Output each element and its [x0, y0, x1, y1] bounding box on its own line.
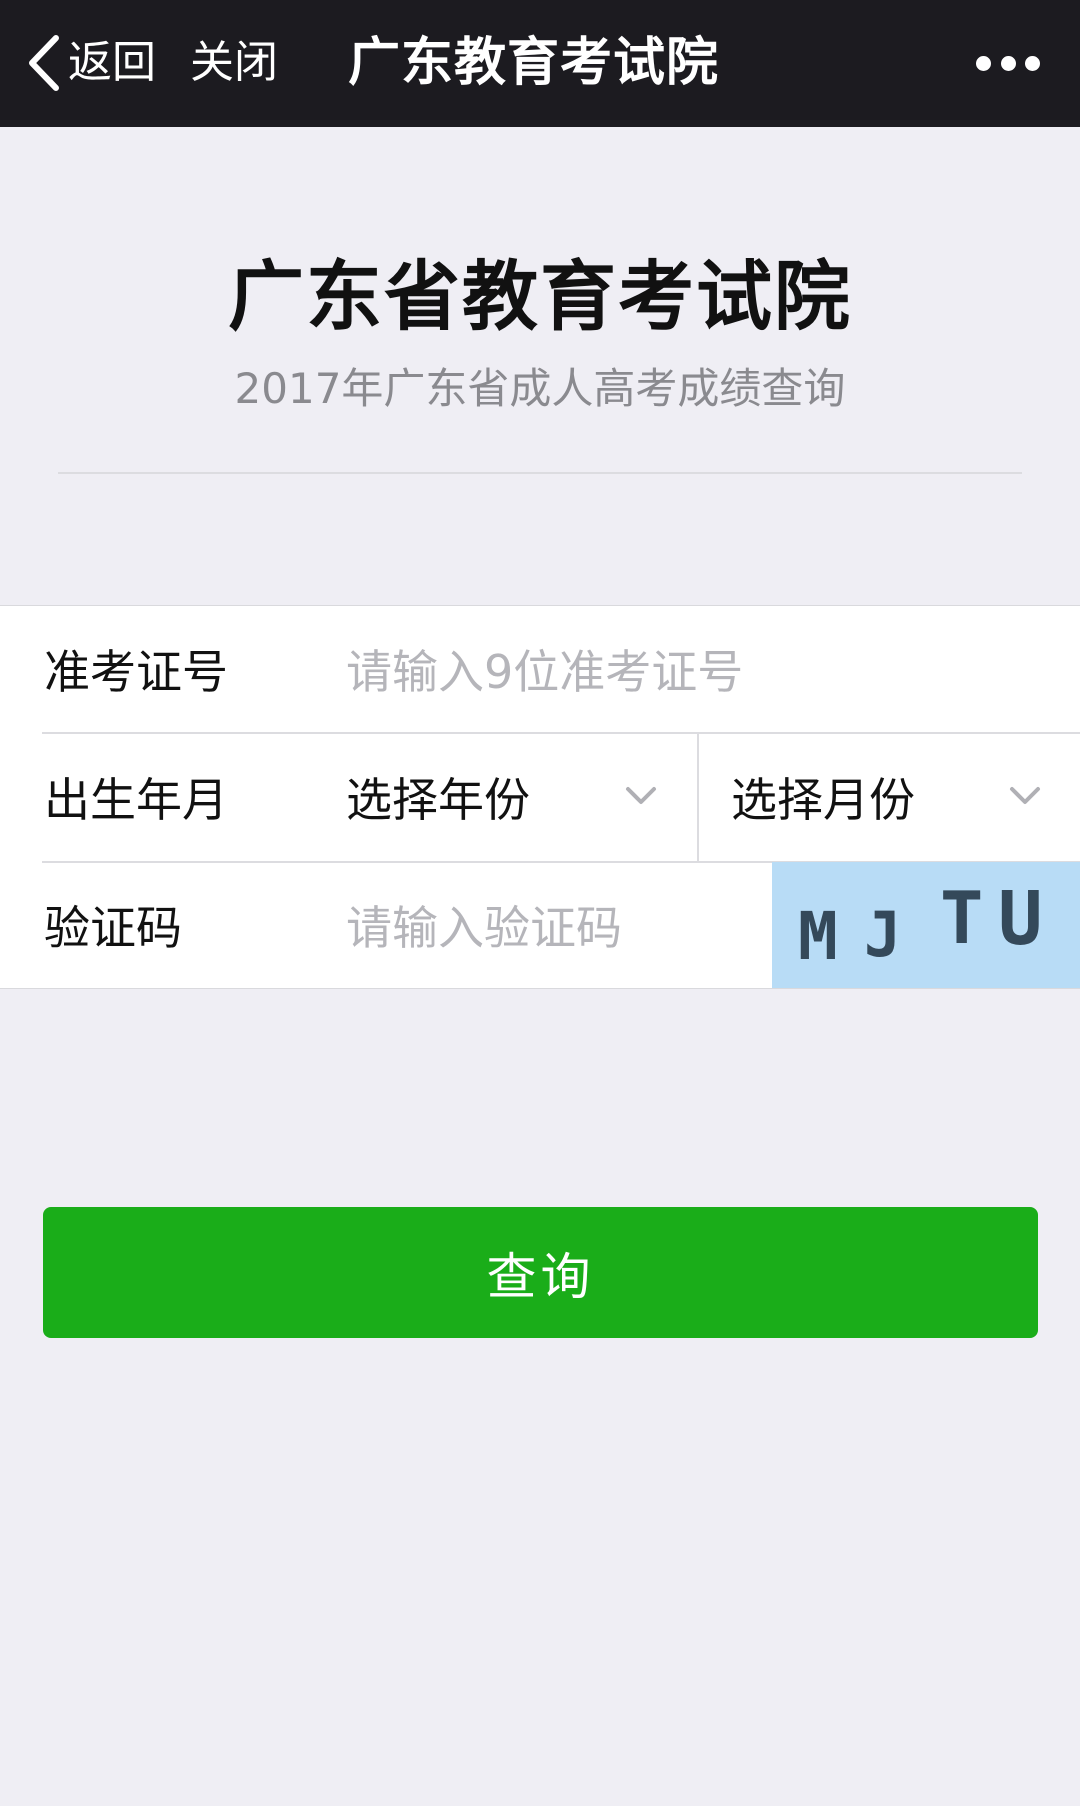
page-title: 广东省教育考试院	[228, 252, 852, 341]
captcha-char: U	[998, 876, 1043, 962]
more-dot	[1000, 55, 1016, 71]
more-options-button[interactable]	[976, 48, 1040, 78]
chevron-down-icon	[626, 787, 656, 804]
exam-id-label: 准考证号	[44, 645, 228, 699]
more-dot	[1025, 55, 1040, 71]
month-select[interactable]: 选择月份	[731, 733, 1080, 861]
year-select-label: 选择年份	[346, 773, 530, 827]
more-dots-icon	[976, 55, 991, 71]
captcha-char: T	[940, 876, 984, 960]
birth-label: 出生年月	[44, 773, 228, 827]
captcha-char: J	[864, 898, 902, 971]
captcha-image[interactable]: M J T U	[772, 862, 1080, 988]
query-form: 准考证号 请输入9位准考证号 出生年月 选择年份 选择月份 验证码 请输入验证码…	[0, 605, 1080, 989]
year-select[interactable]: 选择年份	[346, 733, 696, 861]
navbar-title: 广东教育考试院	[348, 33, 720, 93]
select-divider	[697, 733, 699, 861]
birth-row: 出生年月 选择年份 选择月份	[0, 733, 1080, 861]
chevron-left-icon	[29, 35, 59, 91]
back-button[interactable]: 返回	[26, 30, 156, 96]
exam-id-row: 准考证号 请输入9位准考证号	[0, 606, 1080, 732]
captcha-char: M	[798, 898, 838, 975]
back-label: 返回	[68, 37, 156, 88]
captcha-input[interactable]: 请输入验证码	[346, 862, 622, 988]
page-subtitle: 2017年广东省成人高考成绩查询	[234, 364, 846, 413]
exam-id-input[interactable]: 请输入9位准考证号	[346, 606, 743, 732]
header-divider	[58, 472, 1022, 474]
top-navigation-bar: 返回 关闭 广东教育考试院	[0, 0, 1080, 127]
chevron-down-icon	[1010, 787, 1040, 804]
month-select-label: 选择月份	[731, 773, 915, 827]
query-button[interactable]: 查询	[43, 1207, 1038, 1338]
close-button[interactable]: 关闭	[190, 40, 278, 86]
captcha-label: 验证码	[44, 901, 182, 955]
captcha-row: 验证码 请输入验证码 M J T U	[0, 862, 1080, 988]
